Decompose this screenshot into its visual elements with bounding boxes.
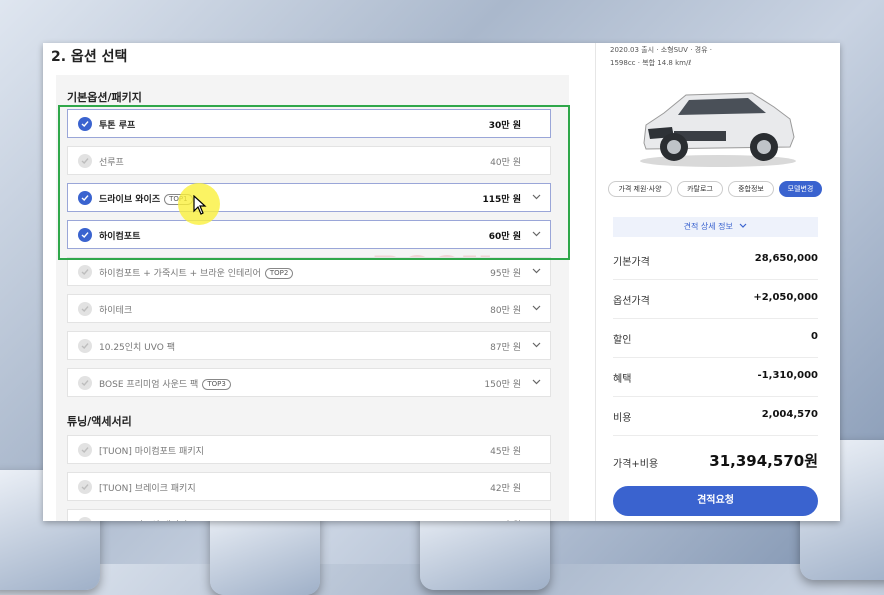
unchecked-circle-icon[interactable] — [78, 443, 92, 457]
option-name-wrap: [TUON] 브레이크 패키지 — [99, 481, 196, 494]
unchecked-circle-icon[interactable] — [78, 376, 92, 390]
option-name-wrap: 하이테크 — [99, 303, 132, 316]
total-value: 31,394,570원 — [709, 452, 818, 470]
car-spec-line: 1598cc · 복합 14.8 km/ℓ — [610, 59, 692, 67]
price-label: 옵션가격 — [613, 296, 650, 307]
price-row-cost: 비용 2,004,570 — [613, 397, 818, 436]
option-name: 하이컴포트 + 가죽시트 + 브라운 인테리어 — [99, 269, 261, 279]
option-item[interactable]: BOSE 프리미엄 사운드 팩 TOP3 150만 원 — [67, 368, 551, 397]
total-label: 가격+비용 — [613, 459, 659, 470]
option-name: [TUON] 마이컴포트 패키지 — [99, 447, 204, 457]
option-price-wrap: 150만 원 — [484, 377, 521, 390]
option-price-wrap: 80만 원 — [490, 303, 521, 316]
car-spec: 2020.03 출시 · 소형SUV · 경유 · 1598cc · 복합 14… — [610, 44, 712, 70]
unchecked-circle-icon[interactable] — [78, 265, 92, 279]
unchecked-circle-icon[interactable] — [78, 302, 92, 316]
option-name: BOSE 프리미엄 사운드 팩 — [99, 380, 199, 390]
mouse-cursor-icon — [193, 195, 207, 215]
price-label: 할인 — [613, 335, 632, 346]
unchecked-circle-icon[interactable] — [78, 517, 92, 521]
quote-detail-label: 견적 상세 정보 — [683, 222, 733, 231]
option-name: [TUON] 브레이크 패키지 — [99, 484, 196, 494]
tab-price-spec[interactable]: 가격 제원·사양 — [608, 181, 672, 197]
option-price-wrap: 95만 원 — [490, 266, 521, 279]
screenshot-window: 2. 옵션 선택 기본옵션/패키지 BOOK 투톤 루프30만 원선루프40만 … — [43, 43, 840, 521]
option-item[interactable]: 10.25인치 UVO 팩 87만 원 — [67, 331, 551, 360]
chevron-down-icon[interactable] — [532, 379, 541, 385]
chevron-down-icon — [739, 223, 747, 228]
unchecked-circle-icon[interactable] — [78, 339, 92, 353]
option-price-wrap: 45만 원 — [490, 444, 521, 457]
price-label: 비용 — [613, 413, 632, 424]
option-item[interactable]: [TUON] 브레이크 패키지 42만 원 — [67, 472, 551, 501]
group-title-tuning: 튜닝/액세서리 — [67, 415, 132, 428]
total-price-row: 가격+비용 31,394,570원 — [613, 441, 818, 481]
price-row-options: 옵션가격 +2,050,000 — [613, 280, 818, 319]
price-value: +2,050,000 — [753, 292, 818, 303]
car-image — [640, 92, 796, 167]
option-price: 80만 원 — [490, 306, 521, 316]
highlight-box — [58, 105, 570, 260]
option-item[interactable]: 하이테크 80만 원 — [67, 294, 551, 323]
option-price: 42만 원 — [490, 484, 521, 494]
option-price-wrap: 35만 원 — [490, 518, 521, 521]
option-name: 하이테크 — [99, 306, 133, 316]
chevron-down-icon[interactable] — [532, 268, 541, 274]
price-row-base: 기본가격 28,650,000 — [613, 241, 818, 280]
option-price-wrap: 87만 원 — [490, 340, 521, 353]
option-item[interactable]: [TUON] 이모션 패키지 35만 원 — [67, 509, 551, 521]
option-name-wrap: BOSE 프리미엄 사운드 팩 TOP3 — [99, 377, 231, 390]
car-spec-line: 2020.03 출시 · 소형SUV · 경유 · — [610, 46, 712, 54]
price-summary-panel: 2020.03 출시 · 소형SUV · 경유 · 1598cc · 복합 14… — [595, 43, 840, 521]
option-price-wrap: 42만 원 — [490, 481, 521, 494]
price-value: 2,004,570 — [761, 409, 818, 420]
tab-model-change[interactable]: 모델변경 — [779, 181, 822, 197]
option-price: 150만 원 — [484, 380, 521, 390]
option-item[interactable]: [TUON] 마이컴포트 패키지 45만 원 — [67, 435, 551, 464]
option-price: 87만 원 — [490, 343, 521, 353]
price-label: 혜택 — [613, 374, 632, 385]
group-title-basic: 기본옵션/패키지 — [67, 91, 142, 104]
rank-badge: TOP2 — [264, 268, 294, 279]
tab-info[interactable]: 중합정보 — [728, 181, 774, 197]
option-name: 10.25인치 UVO 팩 — [99, 343, 175, 353]
option-name-wrap: 10.25인치 UVO 팩 — [99, 340, 175, 353]
rank-badge: TOP3 — [202, 379, 231, 390]
unchecked-circle-icon[interactable] — [78, 480, 92, 494]
option-selection-area: 2. 옵션 선택 기본옵션/패키지 BOOK 투톤 루프30만 원선루프40만 … — [43, 43, 595, 521]
price-row-discount: 할인 0 — [613, 319, 818, 358]
quote-detail-toggle[interactable]: 견적 상세 정보 — [613, 217, 818, 237]
price-label: 기본가격 — [613, 257, 650, 268]
option-price: 95만 원 — [490, 269, 521, 279]
option-name-wrap: 하이컴포트 + 가죽시트 + 브라운 인테리어 TOP2 — [99, 266, 294, 279]
section-title: 2. 옵션 선택 — [51, 49, 128, 65]
option-item[interactable]: 하이컴포트 + 가죽시트 + 브라운 인테리어 TOP2 95만 원 — [67, 257, 551, 286]
option-name-wrap: [TUON] 이모션 패키지 — [99, 518, 187, 521]
price-value: 0 — [811, 331, 818, 342]
chevron-down-icon[interactable] — [532, 305, 541, 311]
price-value: 28,650,000 — [754, 253, 818, 264]
option-price: 45만 원 — [490, 447, 521, 457]
price-value: -1,310,000 — [757, 370, 818, 381]
tab-catalog[interactable]: 카탈로그 — [677, 181, 723, 197]
option-name-wrap: [TUON] 마이컴포트 패키지 — [99, 444, 204, 457]
quote-request-button[interactable]: 견적요청 — [613, 486, 818, 516]
price-row-benefit: 혜택 -1,310,000 — [613, 358, 818, 397]
chevron-down-icon[interactable] — [532, 342, 541, 348]
